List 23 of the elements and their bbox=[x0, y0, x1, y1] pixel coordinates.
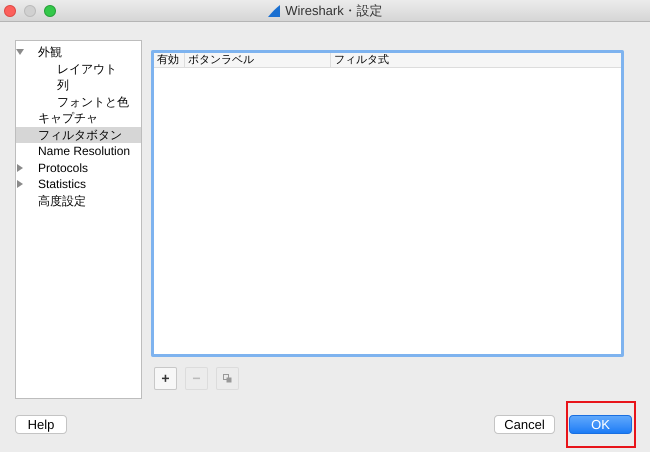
tree-item[interactable]: フォントと色 bbox=[16, 94, 141, 110]
column-header[interactable]: フィルタ式 bbox=[330, 53, 621, 67]
column-header[interactable]: 有効 bbox=[154, 53, 184, 67]
fin-icon bbox=[267, 4, 282, 18]
dialog-button[interactable]: Cancel bbox=[494, 415, 555, 434]
tree-item[interactable]: レイアウト bbox=[16, 60, 141, 77]
tree-item[interactable]: Statistics bbox=[16, 176, 141, 192]
tree-item[interactable]: 列 bbox=[16, 77, 141, 94]
tree-item[interactable]: Name Resolution bbox=[16, 143, 141, 160]
tree-item[interactable]: Protocols bbox=[16, 160, 141, 176]
zoom-button[interactable] bbox=[44, 4, 56, 16]
tree-item[interactable]: 高度設定 bbox=[16, 192, 141, 209]
add-button[interactable]: + bbox=[154, 367, 177, 390]
copy-icon bbox=[223, 374, 232, 383]
dialog-button[interactable]: Help bbox=[15, 415, 67, 434]
window-title: Wireshark・設定 bbox=[285, 2, 383, 20]
triangle-down-icon[interactable] bbox=[16, 48, 24, 56]
column-header[interactable]: ボタンラベル bbox=[184, 53, 330, 67]
tree-item[interactable]: フィルタボタン bbox=[16, 126, 141, 143]
highlight-frame bbox=[566, 401, 636, 448]
tree-item[interactable]: 外観 bbox=[16, 44, 141, 60]
close-button[interactable] bbox=[4, 4, 16, 16]
tree-item[interactable]: キャプチャ bbox=[16, 110, 141, 126]
